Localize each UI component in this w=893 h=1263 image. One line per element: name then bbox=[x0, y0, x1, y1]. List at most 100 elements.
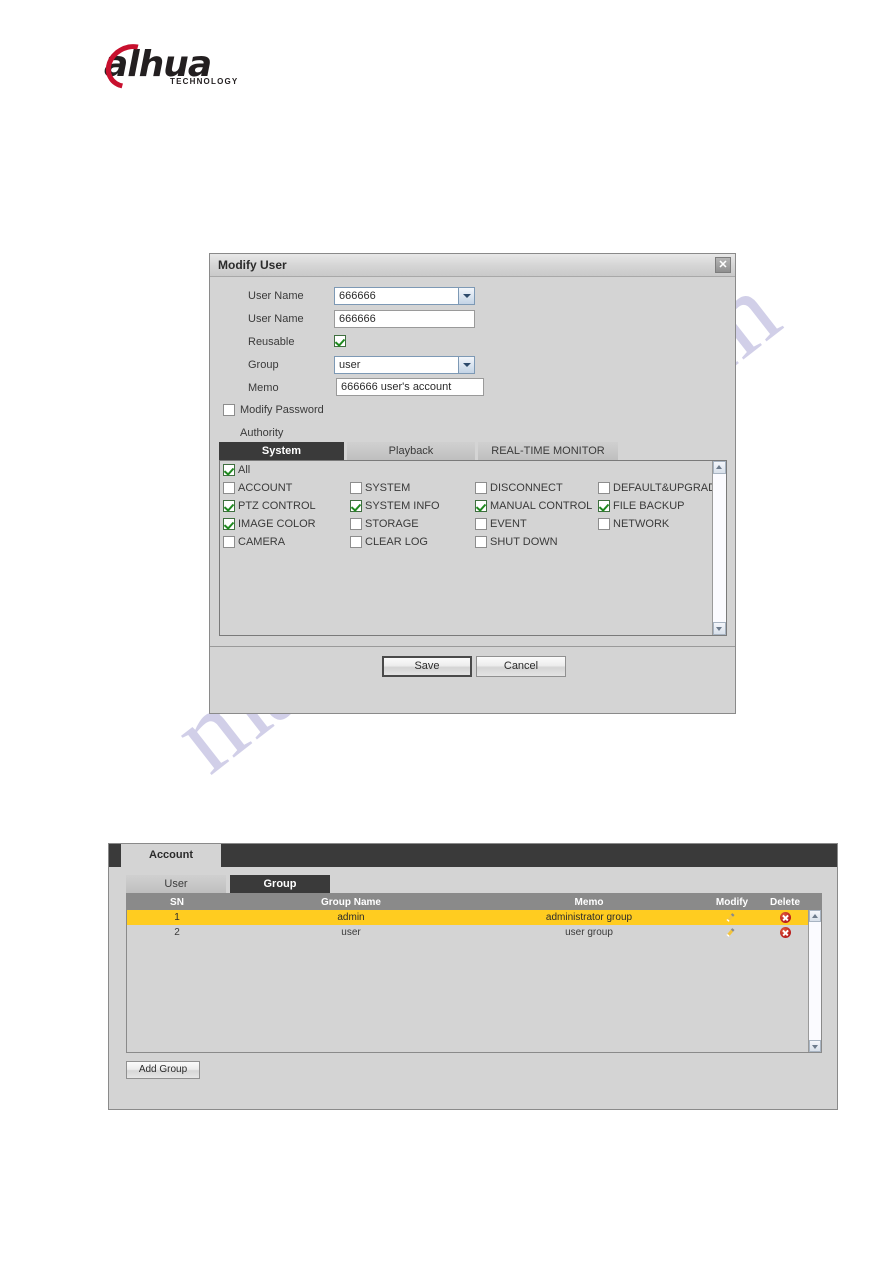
permission-clear-log[interactable]: CLEAR LOG bbox=[350, 536, 428, 548]
group-table: SN Group Name Memo Modify Delete 1 admin… bbox=[126, 893, 822, 1053]
permission-ptz-control-label: PTZ CONTROL bbox=[238, 500, 316, 512]
permission-system-info-label: SYSTEM INFO bbox=[365, 500, 440, 512]
close-icon[interactable]: ✕ bbox=[715, 257, 731, 273]
permission-disconnect-label: DISCONNECT bbox=[490, 482, 563, 494]
authority-label: Authority bbox=[240, 427, 284, 439]
permission-storage[interactable]: STORAGE bbox=[350, 518, 419, 530]
chevron-down-icon[interactable] bbox=[458, 288, 474, 304]
column-header-delete: Delete bbox=[769, 896, 800, 908]
permission-storage-checkbox[interactable] bbox=[350, 518, 362, 530]
permission-default-upgrade-checkbox[interactable] bbox=[598, 482, 610, 494]
permission-event[interactable]: EVENT bbox=[475, 518, 527, 530]
tab-user[interactable]: User bbox=[126, 875, 226, 893]
delete-circle-icon[interactable] bbox=[779, 911, 791, 923]
permission-camera[interactable]: CAMERA bbox=[223, 536, 285, 548]
dialog-divider bbox=[210, 646, 735, 647]
cell-sn: 1 bbox=[174, 912, 180, 923]
permission-clear-log-label: CLEAR LOG bbox=[365, 536, 428, 548]
permission-event-checkbox[interactable] bbox=[475, 518, 487, 530]
authority-tabs: System Playback REAL-TIME MONITOR bbox=[219, 442, 727, 460]
permission-image-color-label: IMAGE COLOR bbox=[238, 518, 316, 530]
tab-real-time-monitor[interactable]: REAL-TIME MONITOR bbox=[478, 442, 618, 460]
permission-file-backup-checkbox[interactable] bbox=[598, 500, 610, 512]
permission-camera-checkbox[interactable] bbox=[223, 536, 235, 548]
cell-memo: administrator group bbox=[545, 912, 633, 923]
permission-account-checkbox[interactable] bbox=[223, 482, 235, 494]
tab-playback[interactable]: Playback bbox=[347, 442, 475, 460]
permission-image-color-checkbox[interactable] bbox=[223, 518, 235, 530]
user-name-input[interactable]: 666666 bbox=[334, 310, 475, 328]
column-header-group-name: Group Name bbox=[320, 896, 381, 908]
scroll-up-icon[interactable] bbox=[809, 910, 821, 922]
permission-system[interactable]: SYSTEM bbox=[350, 482, 410, 494]
permission-default-upgrade[interactable]: DEFAULT&UPGRADE bbox=[598, 482, 723, 494]
group-label: Group bbox=[248, 359, 279, 371]
delete-row-button[interactable] bbox=[761, 926, 809, 938]
permission-account[interactable]: ACCOUNT bbox=[223, 482, 292, 494]
permission-default-upgrade-label: DEFAULT&UPGRADE bbox=[613, 482, 724, 494]
cell-group-name: user bbox=[341, 927, 361, 938]
tab-system[interactable]: System bbox=[219, 442, 344, 460]
delete-row-button[interactable] bbox=[761, 911, 809, 923]
permission-disconnect[interactable]: DISCONNECT bbox=[475, 482, 563, 494]
modify-password-label: Modify Password bbox=[240, 404, 324, 416]
permission-ptz-control-checkbox[interactable] bbox=[223, 500, 235, 512]
permission-network-checkbox[interactable] bbox=[598, 518, 610, 530]
add-group-button[interactable]: Add Group bbox=[126, 1061, 200, 1079]
permission-ptz-control[interactable]: PTZ CONTROL bbox=[223, 500, 316, 512]
permission-shut-down-label: SHUT DOWN bbox=[490, 536, 558, 548]
permission-system-info-checkbox[interactable] bbox=[350, 500, 362, 512]
memo-input[interactable]: 666666 user's account bbox=[336, 378, 484, 396]
pencil-icon[interactable] bbox=[727, 912, 738, 923]
authority-permission-panel: All ACCOUNT SYSTEM DISCONNECT DEFAULT&UP… bbox=[219, 460, 727, 636]
scroll-down-icon[interactable] bbox=[713, 622, 726, 635]
tab-group[interactable]: Group bbox=[230, 875, 330, 893]
permission-file-backup[interactable]: FILE BACKUP bbox=[598, 500, 685, 512]
delete-circle-icon[interactable] bbox=[779, 926, 791, 938]
dialog-title: Modify User bbox=[218, 258, 287, 272]
permission-shut-down[interactable]: SHUT DOWN bbox=[475, 536, 558, 548]
permission-manual-control[interactable]: MANUAL CONTROL bbox=[475, 500, 592, 512]
permission-image-color[interactable]: IMAGE COLOR bbox=[223, 518, 316, 530]
reusable-checkbox[interactable] bbox=[334, 335, 346, 347]
permission-shut-down-checkbox[interactable] bbox=[475, 536, 487, 548]
modify-row-button[interactable] bbox=[703, 927, 761, 938]
scroll-up-icon[interactable] bbox=[713, 461, 726, 474]
cancel-button[interactable]: Cancel bbox=[476, 656, 566, 677]
dahua-logo: alhua TECHNOLOGY bbox=[97, 35, 284, 98]
permission-system-info[interactable]: SYSTEM INFO bbox=[350, 500, 440, 512]
user-name-input-label: User Name bbox=[248, 313, 304, 325]
permission-file-backup-label: FILE BACKUP bbox=[613, 500, 685, 512]
permission-system-checkbox[interactable] bbox=[350, 482, 362, 494]
modify-row-button[interactable] bbox=[703, 912, 761, 923]
logo-subtitle: TECHNOLOGY bbox=[170, 77, 239, 86]
permission-network[interactable]: NETWORK bbox=[598, 518, 669, 530]
user-name-select[interactable]: 666666 bbox=[334, 287, 475, 305]
permission-storage-label: STORAGE bbox=[365, 518, 419, 530]
account-panel: Account User Group SN Group Name Memo Mo… bbox=[108, 843, 838, 1110]
cell-sn: 2 bbox=[174, 927, 180, 938]
group-table-scrollbar[interactable] bbox=[808, 910, 821, 1052]
permission-disconnect-checkbox[interactable] bbox=[475, 482, 487, 494]
user-name-select-label: User Name bbox=[248, 290, 304, 302]
modify-password-checkbox[interactable] bbox=[223, 404, 235, 416]
dialog-titlebar: Modify User ✕ bbox=[210, 254, 735, 277]
scroll-down-icon[interactable] bbox=[809, 1040, 821, 1052]
column-header-sn: SN bbox=[170, 896, 184, 908]
permission-clear-log-checkbox[interactable] bbox=[350, 536, 362, 548]
table-row[interactable]: 1 admin administrator group bbox=[127, 910, 821, 925]
chevron-down-icon[interactable] bbox=[458, 357, 474, 373]
permission-account-label: ACCOUNT bbox=[238, 482, 293, 494]
save-button[interactable]: Save bbox=[382, 656, 472, 677]
table-row[interactable]: 2 user user group bbox=[127, 925, 821, 940]
permission-all[interactable]: All bbox=[223, 464, 250, 476]
permission-network-label: NETWORK bbox=[613, 518, 670, 530]
permission-event-label: EVENT bbox=[490, 518, 527, 530]
authority-scrollbar[interactable] bbox=[712, 461, 726, 635]
column-header-modify: Modify bbox=[715, 896, 749, 908]
column-header-memo: Memo bbox=[574, 896, 604, 908]
permission-manual-control-checkbox[interactable] bbox=[475, 500, 487, 512]
pencil-icon[interactable] bbox=[727, 927, 738, 938]
group-select[interactable]: user bbox=[334, 356, 475, 374]
permission-all-checkbox[interactable] bbox=[223, 464, 235, 476]
